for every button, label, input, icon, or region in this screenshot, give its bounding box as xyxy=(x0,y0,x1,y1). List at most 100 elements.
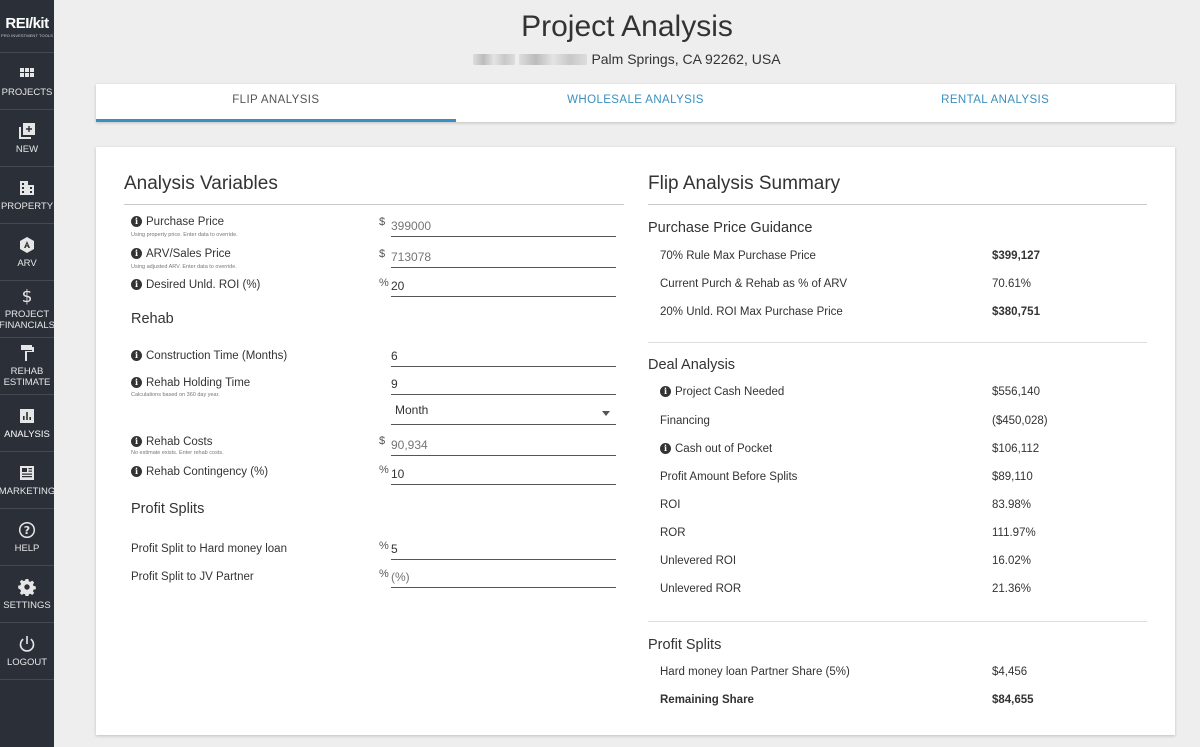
chevron-down-icon xyxy=(602,411,610,416)
sidebar-item-project-financials[interactable]: $ PROJECT FINANCIALS xyxy=(0,281,55,338)
info-icon[interactable]: i xyxy=(131,436,142,448)
info-icon[interactable]: i xyxy=(131,466,142,478)
summary-row: Financing ($450,028) xyxy=(648,411,1147,439)
summary-row: Unlevered ROI 16.02% xyxy=(648,551,1147,579)
sidebar-item-logout[interactable]: LOGOUT xyxy=(0,623,54,680)
app-logo[interactable]: REI/kit PRO INVESTMENT TOOLS xyxy=(0,0,54,53)
sidebar-item-marketing[interactable]: MARKETING xyxy=(0,452,55,509)
split-hard-money-label: Profit Split to Hard money loan xyxy=(131,543,287,555)
summary-label: Unlevered ROR xyxy=(660,583,742,595)
rehab-contingency-row: i Rehab Contingency (%) % xyxy=(124,461,624,491)
gear-icon xyxy=(18,578,36,597)
summary-value: $4,456 xyxy=(992,666,1028,678)
summary-value: 16.02% xyxy=(992,555,1032,567)
bar-chart-icon xyxy=(18,407,36,425)
arv-price-input[interactable] xyxy=(391,246,616,268)
help-icon: ? xyxy=(18,521,36,539)
summary-label: Remaining Share xyxy=(660,694,754,706)
summary-label: Unlevered ROI xyxy=(660,555,737,567)
sidebar-item-arv[interactable]: ARV xyxy=(0,224,54,281)
summary-label: ROI xyxy=(660,499,681,511)
summary-value: $399,127 xyxy=(992,250,1040,262)
sidebar-item-analysis[interactable]: ANALYSIS xyxy=(0,395,54,452)
redacted-street-number xyxy=(473,53,516,65)
rehab-costs-input[interactable] xyxy=(391,434,616,456)
sidebar-item-help[interactable]: ? HELP xyxy=(0,509,54,566)
summary-label: Financing xyxy=(660,415,710,427)
arv-icon xyxy=(18,236,36,254)
power-icon xyxy=(18,635,36,653)
summary-label: Profit Amount Before Splits xyxy=(660,471,798,483)
summary-row: i Project Cash Needed $556,140 xyxy=(648,383,1147,411)
add-box-icon xyxy=(18,122,36,140)
flip-summary: Flip Analysis Summary Purchase Price Gui… xyxy=(648,173,1147,719)
info-icon[interactable]: i xyxy=(660,443,671,455)
summary-row: Profit Amount Before Splits $89,110 xyxy=(648,467,1147,495)
summary-value: 21.36% xyxy=(992,583,1032,595)
rehab-contingency-input[interactable] xyxy=(391,463,616,485)
sidebar-item-projects[interactable]: PROJECTS xyxy=(0,53,54,110)
info-icon[interactable]: i xyxy=(660,386,671,398)
summary-row: Remaining Share $84,655 xyxy=(648,691,1147,719)
info-icon[interactable]: i xyxy=(131,350,142,362)
page-title: Project Analysis xyxy=(521,10,733,43)
sidebar-item-new[interactable]: NEW xyxy=(0,110,54,167)
info-icon[interactable]: i xyxy=(131,377,142,389)
sidebar: REI/kit PRO INVESTMENT TOOLS PROJECTS NE… xyxy=(0,0,55,747)
sidebar-item-label: ARV xyxy=(17,257,37,269)
deal-analysis-list: i Project Cash Needed $556,140 Financing … xyxy=(648,383,1147,622)
summary-value: $106,112 xyxy=(992,443,1040,455)
summary-row: ROI 83.98% xyxy=(648,495,1147,523)
summary-value: $84,655 xyxy=(992,694,1034,706)
sidebar-item-settings[interactable]: SETTINGS xyxy=(0,566,54,623)
split-jv-label: Profit Split to JV Partner xyxy=(131,571,254,583)
property-address: Palm Springs, CA 92262, USA xyxy=(54,51,1200,67)
summary-label: i Cash out of Pocket xyxy=(660,443,772,455)
desired-roi-input[interactable] xyxy=(391,275,616,297)
purchase-price-label: i Purchase Price xyxy=(131,216,224,228)
analysis-variables-title: Analysis Variables xyxy=(124,173,624,205)
currency-unit: $ xyxy=(379,248,386,260)
sidebar-item-label: LOGOUT xyxy=(6,656,48,668)
grid-icon xyxy=(18,65,36,83)
purchase-price-input[interactable] xyxy=(391,215,616,237)
desired-roi-label: i Desired Unld. ROI (%) xyxy=(131,279,260,291)
holding-time-input[interactable] xyxy=(391,373,616,395)
paint-roller-icon xyxy=(18,344,36,362)
sidebar-item-label: ANALYSIS xyxy=(4,428,50,440)
summary-row: Current Purch & Rehab as % of ARV 70.61% xyxy=(648,274,1147,302)
info-icon[interactable]: i xyxy=(131,248,142,260)
sidebar-item-rehab-estimate[interactable]: REHAB ESTIMATE xyxy=(0,338,54,395)
desired-roi-row: i Desired Unld. ROI (%) % xyxy=(124,275,624,305)
arv-price-row: i ARV/Sales Price Using adjusted ARV. Ent… xyxy=(124,246,624,275)
tab-rental-analysis[interactable]: RENTAL ANALYSIS xyxy=(815,84,1175,122)
holding-unit-select[interactable]: Month xyxy=(391,403,616,425)
holding-time-label: i Rehab Holding Time xyxy=(131,377,250,389)
holding-unit-row: Month xyxy=(124,401,624,431)
summary-label: 70% Rule Max Purchase Price xyxy=(660,250,816,262)
percent-unit: % xyxy=(379,568,389,580)
info-icon[interactable]: i xyxy=(131,279,142,291)
tab-flip-analysis[interactable]: FLIP ANALYSIS xyxy=(96,84,456,122)
redacted-street-name xyxy=(519,53,588,65)
summary-label: 20% Unld. ROI Max Purchase Price xyxy=(660,306,843,318)
construction-time-input[interactable] xyxy=(391,345,616,367)
rehab-costs-label: i Rehab Costs xyxy=(131,436,212,448)
summary-label: ROR xyxy=(660,527,686,539)
sidebar-item-label: PROJECTS xyxy=(1,86,53,98)
rehab-costs-row: i Rehab Costs No estimate exists. Enter r… xyxy=(124,431,624,461)
sidebar-item-property[interactable]: PROPERTY xyxy=(0,167,54,224)
analysis-variables: Analysis Variables i Purchase Price Using… xyxy=(124,173,624,593)
construction-time-label: i Construction Time (Months) xyxy=(131,350,287,362)
split-jv-input[interactable] xyxy=(391,566,616,588)
sidebar-item-label: PROPERTY xyxy=(0,200,54,212)
split-hard-money-input[interactable] xyxy=(391,538,616,560)
tab-wholesale-analysis[interactable]: WHOLESALE ANALYSIS xyxy=(456,84,816,122)
purchase-guidance-title: Purchase Price Guidance xyxy=(648,220,813,236)
summary-value: ($450,028) xyxy=(992,415,1048,427)
info-icon[interactable]: i xyxy=(131,216,142,228)
deal-analysis-title: Deal Analysis xyxy=(648,357,736,373)
summary-row: 20% Unld. ROI Max Purchase Price $380,75… xyxy=(648,302,1147,330)
logo-text: REI/kit xyxy=(5,14,49,32)
purchase-price-row: i Purchase Price Using property price. En… xyxy=(124,215,624,247)
